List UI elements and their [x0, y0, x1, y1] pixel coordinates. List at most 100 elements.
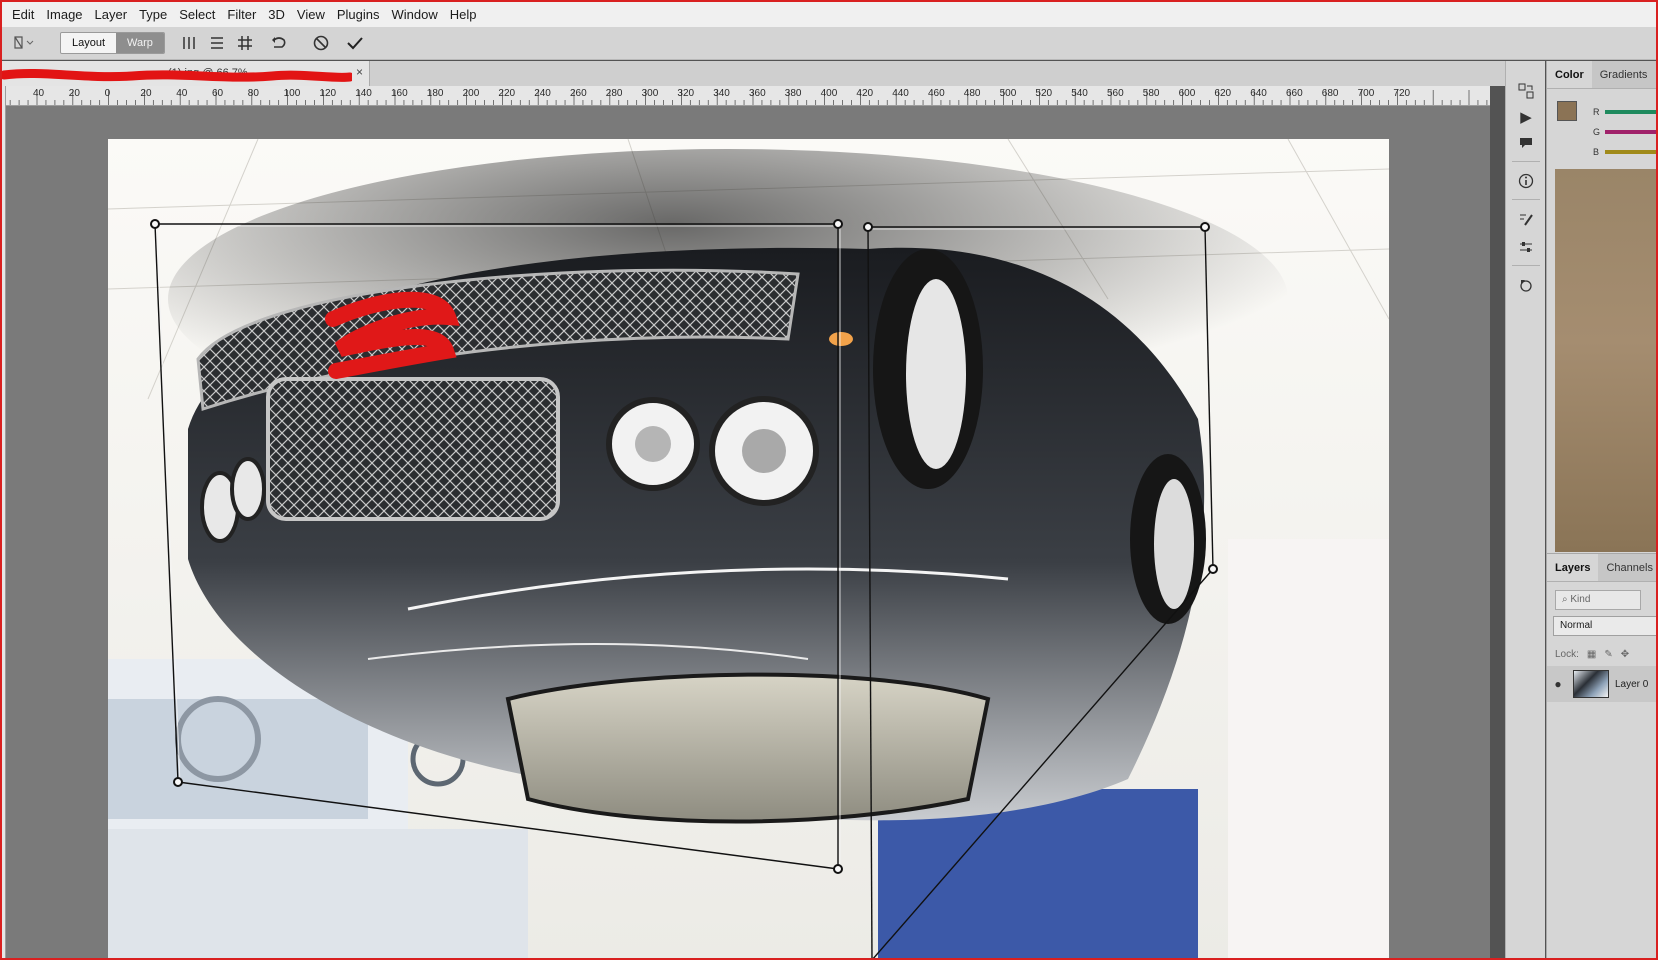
menu-item-window[interactable]: Window	[386, 2, 444, 27]
ruler-tick-label: 660	[1286, 88, 1303, 99]
color-field[interactable]	[1555, 169, 1658, 552]
ruler-tick-label: 240	[534, 88, 551, 99]
ruler-tick-label: 80	[247, 88, 259, 99]
info-icon[interactable]	[1514, 169, 1538, 193]
menu-item-layer[interactable]: Layer	[89, 2, 134, 27]
tab-layers[interactable]: Layers	[1547, 554, 1599, 581]
ruler-tick-label: 20	[140, 88, 152, 99]
ruler-tick-label: 360	[749, 88, 766, 99]
play-actions-icon[interactable]: ▶	[1514, 105, 1538, 129]
menu-item-filter[interactable]: Filter	[221, 2, 262, 27]
warp-handle[interactable]	[833, 219, 843, 229]
green-slider-label: G	[1593, 127, 1601, 137]
menu-item-help[interactable]: Help	[444, 2, 483, 27]
reset-warp-icon[interactable]	[265, 30, 293, 56]
ruler-tick-label: 480	[963, 88, 981, 99]
tab-channels[interactable]: Channels	[1598, 554, 1658, 581]
puppet-warp-icon[interactable]	[6, 30, 42, 56]
lock-position-icon[interactable]: ✥	[1621, 649, 1629, 660]
kind-filter-label: Kind	[1570, 594, 1591, 605]
lock-label: Lock:	[1555, 648, 1579, 660]
brush-settings-icon[interactable]	[1514, 207, 1538, 231]
layout-mode-button[interactable]: Layout	[61, 33, 117, 53]
comment-icon[interactable]	[1514, 131, 1538, 155]
adjustments-icon[interactable]	[1514, 235, 1538, 259]
ruler-tick-label: 420	[856, 88, 874, 99]
warp-handle[interactable]	[1200, 222, 1210, 232]
menu-item-edit[interactable]: Edit	[6, 2, 40, 27]
ruler-tick-label: 640	[1250, 88, 1267, 99]
blue-slider[interactable]	[1605, 150, 1658, 154]
menu-item-3d[interactable]: 3D	[262, 2, 291, 27]
warp-handle[interactable]	[150, 219, 160, 229]
menu-bar: Edit Image Layer Type Select Filter 3D View Plug…	[0, 0, 1658, 27]
layer-thumbnail	[1573, 670, 1609, 698]
ruler-tick-label: 380	[784, 88, 802, 99]
warp-mode-button[interactable]: Warp	[116, 33, 164, 53]
ruler-tick-label: 400	[820, 88, 838, 99]
ruler-tick-label: 540	[1071, 88, 1088, 99]
ruler-tick-label: 700	[1357, 88, 1375, 99]
ruler-tick-label: 320	[677, 88, 695, 99]
horizontal-ruler: 40 20 0 20 40 60 80 100 120 140 160 180 200 220 240 260…	[5, 86, 1490, 106]
tab-gradients[interactable]: Gradients	[1592, 61, 1656, 88]
ruler-tick-label: 600	[1178, 88, 1196, 99]
ruler-tick-label: 20	[68, 88, 80, 99]
grid-split-icon[interactable]	[231, 30, 259, 56]
close-tab-icon[interactable]: ×	[356, 65, 363, 79]
layer-kind-filter[interactable]: ⌕ Kind	[1555, 590, 1641, 610]
ruler-tick-label: 580	[1142, 88, 1160, 99]
ruler-tick-label: 0	[104, 88, 111, 99]
warp-handle[interactable]	[1208, 564, 1218, 574]
commit-icon[interactable]	[341, 30, 369, 56]
ruler-tick-label: 520	[1035, 88, 1053, 99]
warp-handle[interactable]	[833, 864, 843, 874]
lock-image-icon[interactable]: ✎	[1604, 649, 1612, 660]
horizontal-split-icon[interactable]	[203, 30, 231, 56]
ruler-ticks	[9, 90, 1488, 105]
layers-panel-tabs: Layers Channels	[1547, 554, 1658, 582]
layer-row[interactable]: ● Layer 0	[1547, 666, 1658, 702]
document-tab[interactable]: (1).jpg @ 66.7% ×	[0, 61, 370, 86]
ruler-tick-label: 120	[319, 88, 337, 99]
ruler-tick-label: 160	[391, 88, 408, 99]
red-slider[interactable]	[1605, 110, 1658, 114]
history-icon[interactable]	[1514, 79, 1538, 103]
clone-source-icon[interactable]	[1514, 273, 1538, 297]
green-slider[interactable]	[1605, 130, 1658, 134]
blue-slider-label: B	[1593, 147, 1600, 157]
ruler-tick-label: 40	[176, 88, 188, 99]
menu-item-image[interactable]: Image	[40, 2, 88, 27]
ruler-tick-label: 440	[892, 88, 909, 99]
ruler-tick-label: 220	[498, 88, 516, 99]
ruler-tick-label: 60	[212, 88, 224, 99]
document-canvas[interactable]	[108, 139, 1389, 960]
ruler-tick-label: 500	[999, 88, 1017, 99]
menu-item-select[interactable]: Select	[173, 2, 221, 27]
canvas-area[interactable]	[6, 106, 1490, 960]
ruler-tick-label: 680	[1321, 88, 1339, 99]
options-bar: Layout Warp	[0, 27, 1658, 60]
warp-handle[interactable]	[863, 222, 873, 232]
tab-color[interactable]: Color	[1547, 61, 1592, 88]
cancel-icon[interactable]	[307, 30, 335, 56]
visibility-eye-icon[interactable]: ●	[1547, 677, 1569, 691]
lock-transparent-icon[interactable]: ▦	[1587, 649, 1596, 660]
ruler-tick-label: 720	[1393, 88, 1411, 99]
menu-item-plugins[interactable]: Plugins	[331, 2, 386, 27]
ruler-tick-label: 620	[1214, 88, 1232, 99]
menu-item-view[interactable]: View	[291, 2, 331, 27]
car-photo	[108, 139, 1389, 960]
color-panel: R G B	[1547, 89, 1658, 569]
ruler-tick-label: 40	[33, 88, 45, 99]
foreground-color-swatch[interactable]	[1557, 101, 1577, 121]
ruler-tick-label: 140	[355, 88, 372, 99]
warp-handle[interactable]	[173, 777, 183, 787]
menu-item-type[interactable]: Type	[133, 2, 173, 27]
blend-mode-select[interactable]: Normal	[1553, 616, 1658, 636]
lock-row: Lock: ▦ ✎ ✥	[1555, 644, 1658, 664]
warp-mode-toggle[interactable]: Layout Warp	[60, 32, 165, 54]
ruler-tick-label: 180	[426, 88, 444, 99]
vertical-split-icon[interactable]	[175, 30, 203, 56]
ruler-tick-label: 340	[713, 88, 730, 99]
